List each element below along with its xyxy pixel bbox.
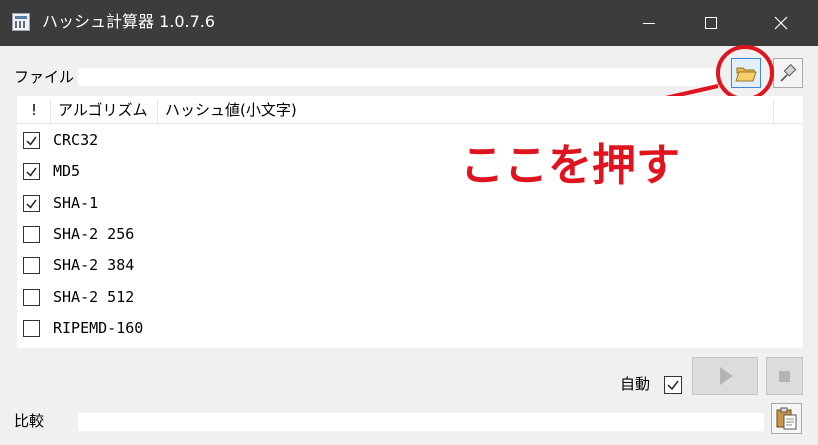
algorithm-checkbox[interactable] xyxy=(23,257,40,275)
hash-list[interactable]: ! アルゴリズム ハッシュ値(小文字) CRC32 MD5 SHA-1 SHA-2 2… xyxy=(17,96,803,348)
list-item[interactable]: SHA-2 256 xyxy=(23,221,723,249)
paste-icon xyxy=(776,407,797,430)
annotation-text: ここを押す xyxy=(460,140,680,191)
list-item[interactable]: SHA-2 384 xyxy=(23,252,723,280)
check-icon xyxy=(667,380,679,391)
algorithm-name: RIPEMD-160 xyxy=(53,318,144,337)
list-item[interactable]: SHA-2 512 xyxy=(23,284,723,312)
algorithm-name: SHA-1 xyxy=(53,193,99,212)
compare-label: 比較 xyxy=(14,412,45,430)
play-icon xyxy=(720,367,733,385)
col-header-hash[interactable]: ハッシュ値(小文字) xyxy=(165,101,297,119)
list-header: ! アルゴリズム ハッシュ値(小文字) xyxy=(17,96,803,124)
algorithm-checkbox[interactable] xyxy=(23,132,40,149)
list-item[interactable]: SHA-1 xyxy=(23,190,723,218)
algorithm-name: SHA-2 256 xyxy=(53,224,135,243)
list-item[interactable]: RIPEMD-160 xyxy=(23,315,723,343)
stop-button[interactable] xyxy=(766,357,803,395)
auto-label: 自動 xyxy=(620,375,651,393)
col-header-algorithm[interactable]: アルゴリズム xyxy=(58,101,148,119)
algorithm-name: SHA-2 384 xyxy=(53,256,135,275)
algorithm-checkbox[interactable] xyxy=(23,163,40,181)
col-header-flag[interactable]: ! xyxy=(31,101,37,119)
auto-checkbox[interactable] xyxy=(664,376,682,394)
compare-input[interactable] xyxy=(78,413,764,431)
algorithm-checkbox[interactable] xyxy=(23,225,40,243)
algorithm-checkbox[interactable] xyxy=(23,288,40,306)
check-icon xyxy=(26,136,37,146)
algorithm-checkbox[interactable] xyxy=(23,319,40,337)
algorithm-name: CRC32 xyxy=(53,131,99,149)
paste-button[interactable] xyxy=(771,403,802,434)
algorithm-name: MD5 xyxy=(53,162,81,181)
algorithm-name: SHA-2 512 xyxy=(53,287,135,306)
stop-icon xyxy=(779,371,790,382)
start-button[interactable] xyxy=(692,357,758,395)
check-icon xyxy=(26,167,37,177)
check-icon xyxy=(26,199,37,209)
annotation-circle xyxy=(716,45,774,101)
algorithm-checkbox[interactable] xyxy=(23,194,40,212)
